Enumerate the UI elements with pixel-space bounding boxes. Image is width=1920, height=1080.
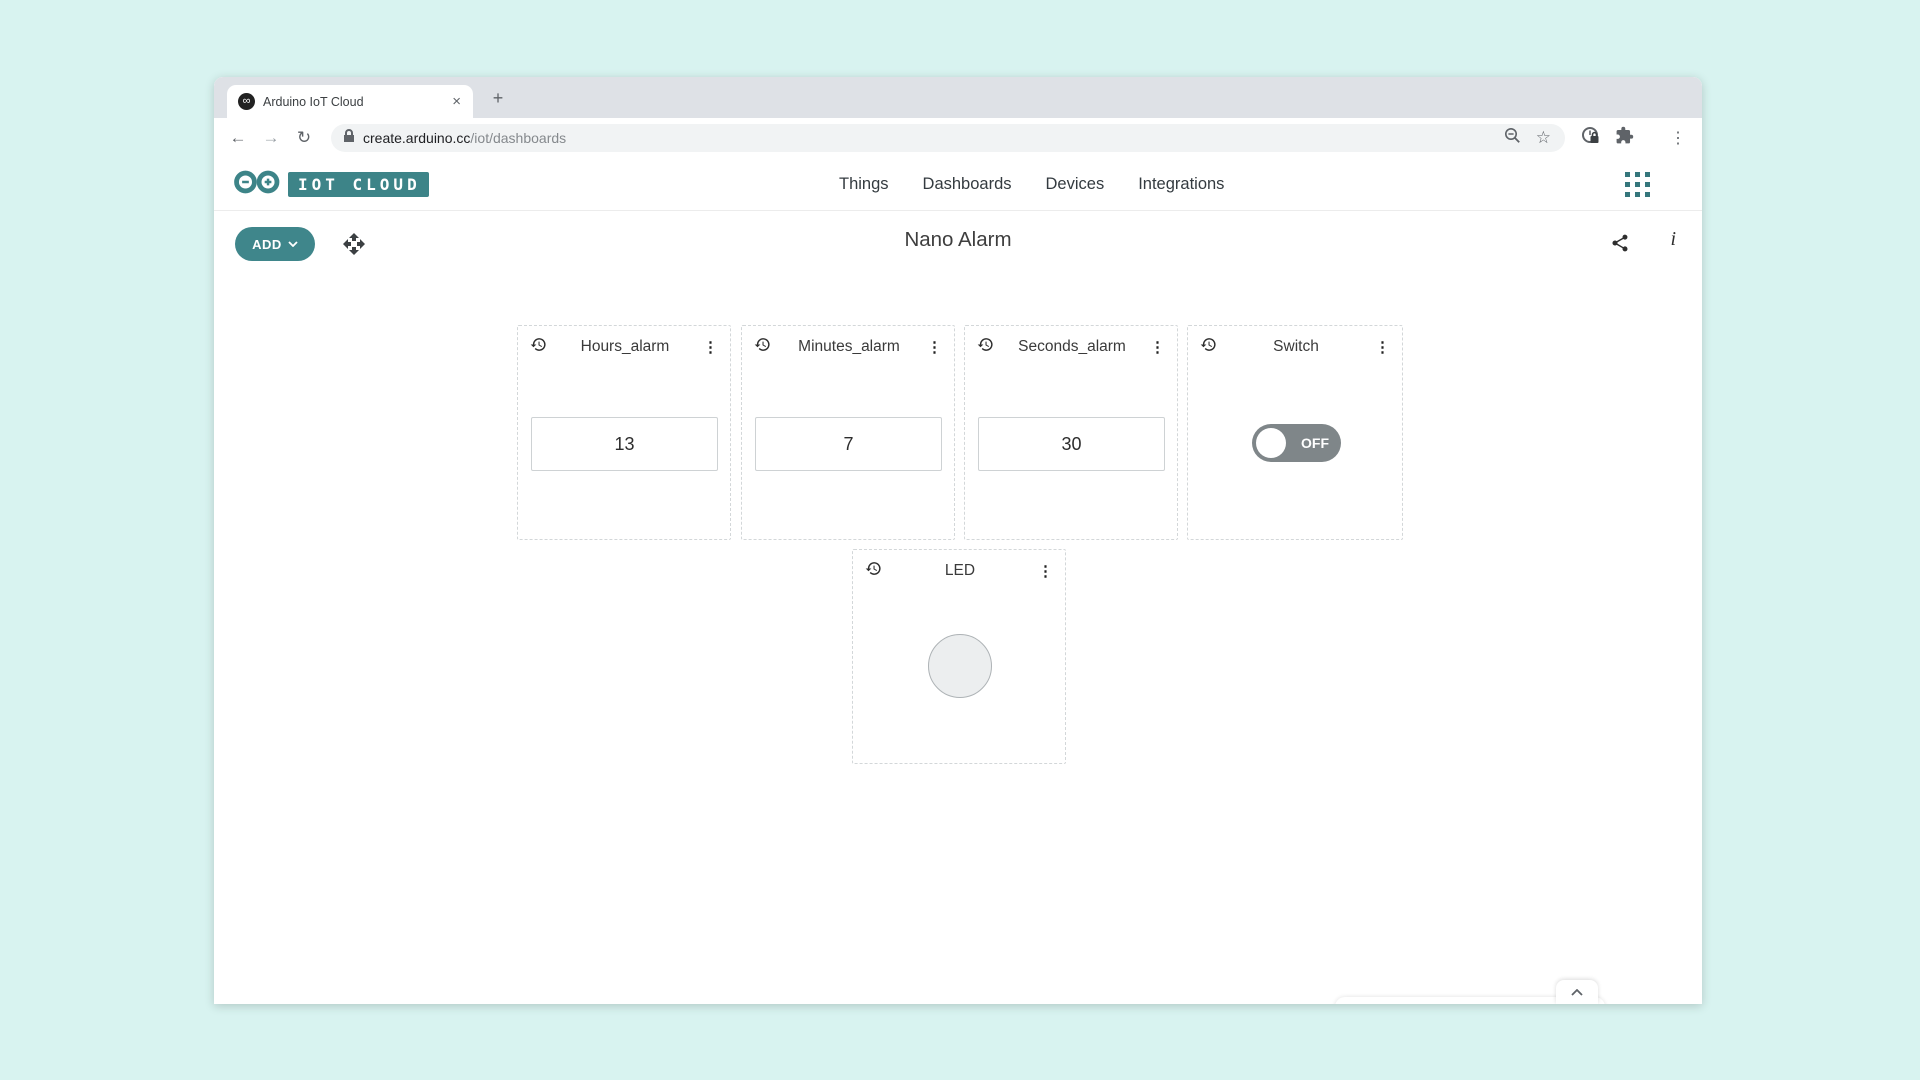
widget-header: Seconds_alarm ⋮ (965, 326, 1177, 358)
widget-menu-icon[interactable]: ⋮ (927, 340, 942, 355)
value-input[interactable]: 13 (531, 417, 718, 471)
site-header: IOT CLOUD Things Dashboards Devices Inte… (214, 158, 1702, 211)
widget-name: Seconds_alarm (994, 338, 1150, 356)
widget-name: LED (882, 562, 1038, 580)
extension-icons (1581, 126, 1634, 150)
url-domain: create.arduino.cc (363, 130, 470, 146)
history-icon[interactable] (977, 336, 994, 358)
zoom-out-icon[interactable] (1504, 127, 1521, 149)
bookmark-star-icon[interactable]: ☆ (1536, 128, 1551, 148)
new-tab-button[interactable]: + (486, 87, 510, 111)
scroll-up-tab[interactable] (1556, 980, 1598, 1004)
widget-header: Minutes_alarm ⋮ (742, 326, 954, 358)
share-icon[interactable] (1610, 233, 1630, 253)
lock-icon (343, 129, 355, 148)
value-input[interactable]: 30 (978, 417, 1165, 471)
arduino-favicon-icon: ∞ (238, 93, 255, 110)
app-launcher-icon[interactable] (1625, 172, 1651, 198)
widget-hours-alarm: Hours_alarm ⋮ 13 (517, 325, 731, 540)
tab-title: Arduino IoT Cloud (263, 95, 450, 109)
tab-close-icon[interactable]: × (450, 93, 463, 110)
switch-knob (1256, 428, 1286, 458)
switch-toggle[interactable]: OFF (1252, 424, 1341, 462)
widget-name: Minutes_alarm (771, 338, 927, 356)
browser-window: ∞ Arduino IoT Cloud × + ← → ↻ create.ard… (214, 77, 1702, 1004)
url-path: /iot/dashboards (470, 130, 566, 146)
nav-item-things[interactable]: Things (839, 175, 889, 194)
browser-toolbar: ← → ↻ create.arduino.cc/iot/dashboards ☆… (214, 118, 1702, 158)
history-icon[interactable] (754, 336, 771, 358)
info-icon[interactable]: i (1670, 228, 1676, 251)
widget-header: Hours_alarm ⋮ (518, 326, 730, 358)
dashboard-title: Nano Alarm (214, 228, 1702, 252)
widget-menu-icon[interactable]: ⋮ (1375, 340, 1390, 355)
value-input[interactable]: 7 (755, 417, 942, 471)
led-indicator (928, 634, 992, 698)
url-text: create.arduino.cc/iot/dashboards (363, 130, 1504, 146)
widget-header: LED ⋮ (853, 550, 1065, 582)
nav-item-devices[interactable]: Devices (1046, 175, 1105, 194)
extensions-puzzle-icon[interactable] (1615, 126, 1634, 150)
arduino-infinity-icon (233, 168, 281, 201)
browser-tab[interactable]: ∞ Arduino IoT Cloud × (227, 85, 473, 118)
browser-tab-bar: ∞ Arduino IoT Cloud × + (214, 77, 1702, 118)
forward-icon[interactable]: → (261, 128, 281, 148)
omnibox-actions: ☆ (1504, 127, 1551, 149)
chevron-up-icon (1571, 989, 1583, 996)
history-icon[interactable] (1200, 336, 1217, 358)
address-bar[interactable]: create.arduino.cc/iot/dashboards ☆ (331, 124, 1565, 152)
iot-cloud-logo-text: IOT CLOUD (288, 172, 429, 197)
arduino-logo: IOT CLOUD (233, 168, 429, 201)
back-icon[interactable]: ← (228, 128, 248, 148)
reload-icon[interactable]: ↻ (294, 128, 314, 148)
widget-name: Switch (1217, 338, 1375, 356)
privacy-extension-icon[interactable] (1581, 126, 1600, 150)
nav-item-dashboards[interactable]: Dashboards (923, 175, 1012, 194)
browser-menu-icon[interactable]: ⋮ (1670, 128, 1686, 148)
switch-state-label: OFF (1292, 424, 1338, 462)
widget-header: Switch ⋮ (1188, 326, 1402, 358)
widget-menu-icon[interactable]: ⋮ (1150, 340, 1165, 355)
main-nav: Things Dashboards Devices Integrations (839, 158, 1224, 210)
widget-menu-icon[interactable]: ⋮ (1038, 564, 1053, 579)
history-icon[interactable] (530, 336, 547, 358)
widget-led: LED ⋮ (852, 549, 1066, 764)
nav-item-integrations[interactable]: Integrations (1138, 175, 1224, 194)
widget-switch: Switch ⋮ OFF (1187, 325, 1403, 540)
widget-name: Hours_alarm (547, 338, 703, 356)
widget-minutes-alarm: Minutes_alarm ⋮ 7 (741, 325, 955, 540)
widget-menu-icon[interactable]: ⋮ (703, 340, 718, 355)
widget-seconds-alarm: Seconds_alarm ⋮ 30 (964, 325, 1178, 540)
history-icon[interactable] (865, 560, 882, 582)
dashboard-toolbar: ADD Nano Alarm i (214, 211, 1702, 277)
